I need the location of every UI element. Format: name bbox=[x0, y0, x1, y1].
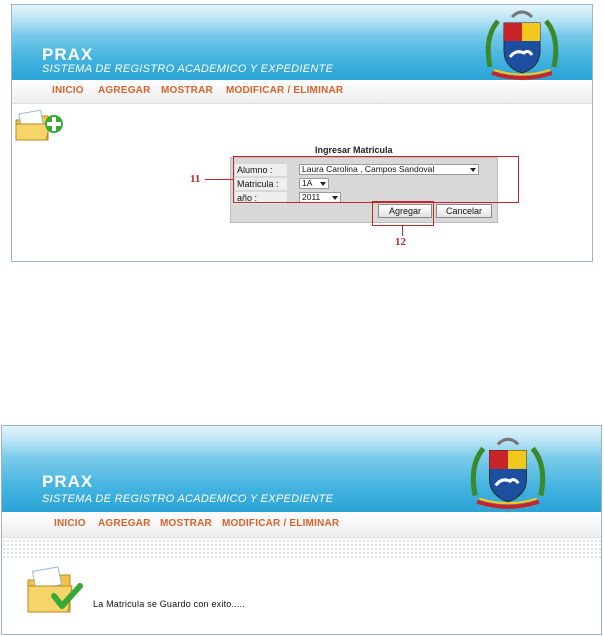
nav-inicio[interactable]: INICIO bbox=[52, 85, 84, 96]
coat-of-arms-icon bbox=[470, 437, 546, 509]
folder-check-icon bbox=[27, 566, 83, 613]
nav-agregar[interactable]: AGREGAR bbox=[98, 85, 151, 96]
callout-fields-box bbox=[233, 156, 519, 203]
dotted-divider bbox=[2, 539, 601, 559]
coat-of-arms-icon bbox=[485, 10, 559, 80]
success-message: La Matricula se Guardo con exito..... bbox=[93, 599, 245, 609]
nav-mostrar[interactable]: MOSTRAR bbox=[161, 85, 213, 96]
nav-modificar-eliminar[interactable]: MODIFICAR / ELIMINAR bbox=[222, 518, 339, 529]
callout-button-line bbox=[402, 226, 403, 236]
form-title: Ingresar Matricula bbox=[315, 145, 393, 155]
cancelar-button[interactable]: Cancelar bbox=[436, 204, 492, 218]
app-title: PRAX bbox=[42, 45, 94, 64]
callout-button-number: 12 bbox=[395, 236, 406, 248]
nav-modificar-eliminar[interactable]: MODIFICAR / ELIMINAR bbox=[226, 85, 343, 96]
folder-add-icon bbox=[15, 110, 63, 141]
callout-fields-number: 11 bbox=[190, 173, 201, 185]
callout-button-box bbox=[372, 201, 434, 226]
header-banner: PRAX SISTEMA DE REGISTRO ACADEMICO Y EXP… bbox=[12, 5, 592, 80]
nav-inicio[interactable]: INICIO bbox=[54, 518, 86, 529]
nav-mostrar[interactable]: MOSTRAR bbox=[160, 518, 212, 529]
screenshot-success: PRAX SISTEMA DE REGISTRO ACADEMICO Y EXP… bbox=[1, 425, 602, 635]
app-title: PRAX bbox=[42, 472, 94, 491]
app-subtitle: SISTEMA DE REGISTRO ACADEMICO Y EXPEDIEN… bbox=[42, 493, 334, 505]
callout-fields-line bbox=[205, 179, 233, 180]
header-banner: PRAX SISTEMA DE REGISTRO ACADEMICO Y EXP… bbox=[2, 426, 601, 512]
screenshot-add-form: PRAX SISTEMA DE REGISTRO ACADEMICO Y EXP… bbox=[11, 4, 593, 262]
app-subtitle: SISTEMA DE REGISTRO ACADEMICO Y EXPEDIEN… bbox=[42, 63, 334, 75]
main-nav: INICIO AGREGAR MOSTRAR MODIFICAR / ELIMI… bbox=[12, 80, 592, 104]
main-nav: INICIO AGREGAR MOSTRAR MODIFICAR / ELIMI… bbox=[2, 512, 601, 538]
nav-agregar[interactable]: AGREGAR bbox=[98, 518, 151, 529]
